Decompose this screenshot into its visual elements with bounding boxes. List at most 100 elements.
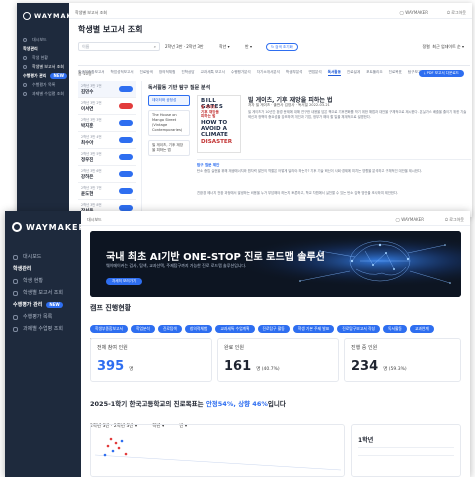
user-menu[interactable]: ◯ WAYMAKER xyxy=(396,217,424,223)
report-window: WAYMAKER 대시보드 학생관리 학생 현황 학생별 보고서 조회 수행평가… xyxy=(17,3,472,217)
search-input[interactable]: 이름 ⌕ xyxy=(78,42,160,51)
logout-button[interactable]: ⏻ 로그아웃 xyxy=(447,10,466,16)
filter-chip[interactable]: 진로탐구 활동 xyxy=(257,325,290,333)
status-badge xyxy=(119,171,133,177)
scatter-point xyxy=(106,444,110,448)
breadcrumb: 학생별 보고서 조회 xyxy=(75,10,107,15)
tab-item[interactable]: 진로설계 xyxy=(347,70,360,75)
cover-title-line: 빌 게이츠, xyxy=(201,105,217,109)
document-icon xyxy=(23,64,27,69)
sidebar-item-dashboard[interactable]: 대시보드 xyxy=(23,35,67,44)
sidebar-item-label: 대시보드 xyxy=(32,36,47,42)
dashboard-icon xyxy=(23,37,27,42)
tab-item[interactable]: 진학상담 xyxy=(181,70,194,75)
user-name: WAYMAKER xyxy=(405,10,428,15)
cover-title-line: CLIMATE xyxy=(201,132,228,139)
sidebar-item-assessment-list[interactable]: 수행평가 목록 xyxy=(23,80,67,89)
tab-item[interactable]: 진로탐색 xyxy=(140,70,153,75)
student-row[interactable]: 2학년 3반 7번 윤도현 xyxy=(78,183,136,200)
filter-chip[interactable]: 진로탐구보고서 작성 xyxy=(337,325,380,333)
student-name: 김민수 xyxy=(81,90,94,95)
status-badge xyxy=(119,120,133,126)
sidebar-item-student-reports[interactable]: 학생별 보고서 조회 xyxy=(13,287,79,299)
student-row[interactable]: 2학년 3반 1번김민수 xyxy=(78,81,136,98)
filter-chip[interactable]: 독서활동 xyxy=(382,325,407,333)
student-row[interactable]: 2학년 3반 4번 최수아 xyxy=(78,132,136,149)
student-name: 최수아 xyxy=(81,141,94,146)
logo-icon xyxy=(23,12,31,20)
book-list-item[interactable]: 데이터와 공정성 xyxy=(148,95,190,106)
sidebar-item-student-status[interactable]: 학생 현황 xyxy=(23,53,67,62)
student-name: 정우진 xyxy=(81,158,94,163)
sidebar-item-dashboard[interactable]: 대시보드 xyxy=(13,251,79,263)
section-label: 탐구 질문 제안 xyxy=(197,163,220,167)
tab-item[interactable]: 자기소개서분석 xyxy=(257,70,280,75)
pdf-download-button[interactable]: ⤓ PDF 보고서 다운로드 xyxy=(418,70,464,77)
goal-prefix: 2025-1학기 한국고등학교의 진로목표는 xyxy=(90,400,206,408)
student-row[interactable]: 2학년 3반 2번 이서연 xyxy=(78,98,136,115)
sort-value: 최근 업데이트 순 xyxy=(432,44,461,49)
sidebar-section-students: 학생관리 xyxy=(23,44,67,53)
sidebar-item-student-status[interactable]: 학생 현황 xyxy=(13,275,79,287)
class-select[interactable]: 반 ▾ xyxy=(245,44,252,50)
grid-icon xyxy=(23,91,27,96)
logout-button[interactable]: ⏻ 로그아웃 xyxy=(445,217,464,223)
grade-select[interactable]: 학년 ▾ xyxy=(219,44,230,50)
stat-card-completed: 완료 인원 161 명 (40.7%) xyxy=(217,338,339,382)
sidebar-item-student-reports[interactable]: 학생별 보고서 조회 xyxy=(23,62,67,71)
sidebar-item-task-review[interactable]: 과제별 수업평 조회 xyxy=(13,323,79,335)
year-select[interactable]: 2학년 3반 · 2학년 3반 xyxy=(165,44,204,50)
book-list-item[interactable]: 빌 게이츠, 기후 재앙을 피하는 법 xyxy=(148,140,190,156)
tab-item[interactable]: 교과세특 보고서 xyxy=(201,70,225,75)
student-row[interactable]: 2학년 3반 6번 강하은 xyxy=(78,166,136,183)
tab-item[interactable]: 수행평가분석 xyxy=(231,70,251,75)
goal-highlight: 안정54%, 상향 46% xyxy=(205,400,268,408)
sidebar-section-assessment: 수행평가 관리 NEW xyxy=(13,299,79,311)
sort-select[interactable]: 정렬 최근 업데이트 순 ▾ xyxy=(422,44,464,50)
status-badge xyxy=(119,86,133,92)
filter-chip[interactable]: 교과연계 xyxy=(409,325,434,333)
tab-item[interactable]: 독서활동 xyxy=(327,70,341,76)
tab-item[interactable]: 진로목표 xyxy=(389,70,402,75)
student-name: 박지훈 xyxy=(81,124,94,129)
banner-subtitle: 웨이메이커는 검사, 탐색, 교과선택, 주제탐구까지 가능한 진로 로드맵 솔… xyxy=(106,263,247,268)
report-tabs: 학생부종합보고서 학업성적보고서 진로탐색 창의적체험 진학상담 교과세특 보고서 수행평가… xyxy=(78,58,470,77)
user-menu[interactable]: ◯ WAYMAKER xyxy=(400,10,428,16)
tab-item[interactable]: 면접분석 xyxy=(308,70,321,75)
class-select-label: 반 xyxy=(245,44,249,49)
tab-item[interactable]: 학업성적보고서 xyxy=(110,70,133,75)
sidebar-item-label: 수행평가 목록 xyxy=(23,313,53,320)
book-summary: 빌 게이츠가 10년간 환경 문제에 대해 연구한 내용을 담은 책으로 기후변… xyxy=(248,110,467,119)
student-meta: 2학년 3반 3번 xyxy=(81,118,102,122)
filter-chip[interactable]: 교과세특 수업계획 xyxy=(215,325,255,333)
banner-cta-button[interactable]: 자세히 보러가기 xyxy=(106,278,143,285)
user-name: WAYMAKER xyxy=(401,217,424,222)
student-row[interactable]: 2학년 3반 5번 정우진 xyxy=(78,149,136,166)
sidebar-section-assessment: 수행평가 관리 NEW xyxy=(23,71,67,80)
logout-label: 로그아웃 xyxy=(449,217,464,222)
tab-item[interactable]: 창의적체험 xyxy=(159,70,176,75)
student-name: 강하은 xyxy=(81,175,94,180)
student-meta: 2학년 3반 1번 xyxy=(81,84,102,88)
question-text: 탄소 중립 실현을 위해 재생에너지와 원자력 발전의 역할은 어떻게 달라야 … xyxy=(197,169,422,173)
cover-title-line: DISASTER xyxy=(201,138,233,145)
stat-unit: 명 (40.7%) xyxy=(256,367,280,372)
book-list-item[interactable]: The House on Mango Street (Vintage Conte… xyxy=(148,110,190,136)
stat-label: 진행 중 인원 xyxy=(351,345,378,351)
goal-suffix: 입니다 xyxy=(267,400,286,408)
divider xyxy=(197,159,471,160)
logo[interactable]: WAYMAKER xyxy=(12,222,86,232)
student-row[interactable]: 2학년 3반 3번박지훈 xyxy=(78,115,136,132)
tab-item[interactable]: 포트폴리오 xyxy=(366,70,383,75)
stat-label: 전체 참여 인원 xyxy=(97,345,128,351)
divider xyxy=(69,18,472,19)
filter-chip[interactable]: 학생 기본 주제 발표 xyxy=(292,325,335,333)
reset-search-button[interactable]: ↻ 검색 초기화 xyxy=(266,43,298,51)
sidebar-item-assessment-list[interactable]: 수행평가 목록 xyxy=(13,311,79,323)
dashboard-window: WAYMAKER 대시보드 학생관리 학생 현황 학생별 보고서 조회 수행평가… xyxy=(5,211,470,477)
grade-select-label: 학년 xyxy=(219,44,227,49)
sidebar-item-label: 학생별 보고서 조회 xyxy=(23,289,63,296)
tab-item[interactable]: 학생부분석 xyxy=(286,70,303,75)
sidebar-item-task-review[interactable]: 과제별 수업평 조회 xyxy=(23,89,67,98)
book-meta: 저자 빌 게이츠 · 출판사 김영사 · 독서일 2022-03-21 xyxy=(248,103,330,107)
